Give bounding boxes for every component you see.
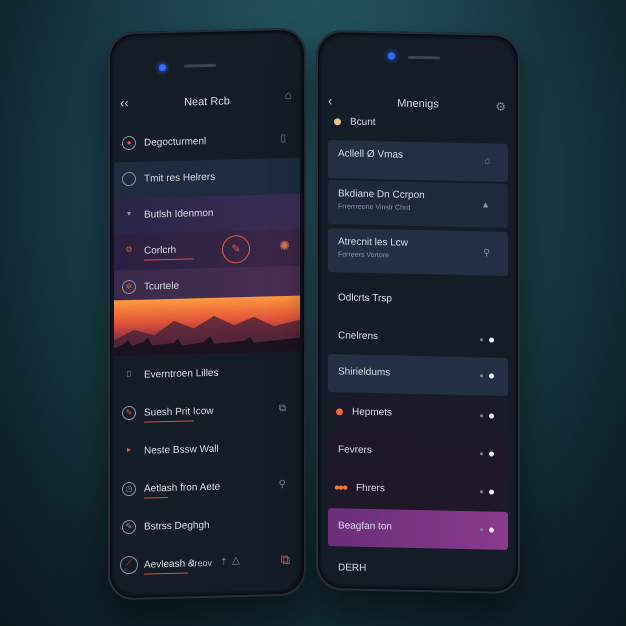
right-item-11[interactable]: DERH xyxy=(328,550,508,588)
left-item-10[interactable]: ⟋ Aevleash & Ireov ⇡ △ ⧉ xyxy=(114,544,300,585)
camera-icon xyxy=(388,52,395,60)
underline xyxy=(144,497,168,499)
dot-icon: ● xyxy=(122,135,136,151)
dot-icon xyxy=(336,408,343,416)
right-item-8[interactable]: Fevrers xyxy=(328,432,508,474)
left-item-5[interactable]: ▯ Everntroen Lilles xyxy=(114,354,300,395)
camera-icon xyxy=(159,64,166,72)
left-header: ‹‹ Neat Rcb ⌂ xyxy=(114,86,300,121)
left-item-label: Aetlash fron Aete xyxy=(144,481,221,495)
clock-icon: ◷ xyxy=(122,481,136,497)
underline xyxy=(144,258,194,261)
right-item-label: Bkdiane Dn Ccrpon xyxy=(338,188,425,202)
sunset-image xyxy=(114,295,300,357)
left-item-8[interactable]: ◷ Aetlash fron Aete ⚲ xyxy=(114,468,300,509)
left-item-label: Everntroen Lilles xyxy=(144,367,219,381)
right-item-9[interactable]: ●●● Fhrers xyxy=(328,470,508,512)
toggle-switch[interactable] xyxy=(480,487,494,495)
warning-icon[interactable]: △ xyxy=(232,555,240,566)
toggle-switch[interactable] xyxy=(480,411,494,419)
left-screen: ‹‹ Neat Rcb ⌂ ● Degocturmenl ▯ Tmit res … xyxy=(114,33,300,595)
right-item-7[interactable]: Hepmets xyxy=(328,394,508,436)
left-item-7[interactable]: ▸ Neste Bssw Wall xyxy=(114,430,300,471)
chart-icon[interactable]: ⇡ xyxy=(220,556,228,567)
left-item-1[interactable]: Tmit res Helrers xyxy=(114,157,300,199)
right-item-label: Odlcrts Trsp xyxy=(338,292,392,305)
right-item-label: DERH xyxy=(338,562,367,574)
edit-icon: ✎ xyxy=(122,519,136,535)
home-icon[interactable]: ⌂ xyxy=(485,155,490,165)
tool-icon[interactable]: ⚲ xyxy=(483,247,490,258)
lock-icon[interactable]: ⌂ xyxy=(285,88,292,102)
gear-icon: ⚙ xyxy=(125,244,133,255)
left-phone: ‹‹ Neat Rcb ⌂ ● Degocturmenl ▯ Tmit res … xyxy=(108,27,306,601)
left-title: Neat Rcb xyxy=(184,95,230,109)
right-phone: ‹ Mnenigs ⚙ Bcunt Acllell Ø Vmas ⌂ Bkdia… xyxy=(316,29,520,595)
pin-icon: ▾ xyxy=(126,208,131,219)
bookmark-icon[interactable]: ▯ xyxy=(280,133,286,144)
left-item-label: Bstrss Deghgh xyxy=(144,519,210,533)
right-item-label: Atrecnit les Lcw xyxy=(338,236,409,249)
dot-icon xyxy=(334,118,341,126)
left-item-2[interactable]: ▾ Butlsh Idenmon xyxy=(114,193,300,235)
right-item-label: Fevrers xyxy=(338,444,372,457)
toggle-switch[interactable] xyxy=(480,335,494,343)
left-item-label: Tmit res Helrers xyxy=(144,171,216,185)
toggle-switch[interactable] xyxy=(480,525,494,533)
mic-icon[interactable]: ⧉ xyxy=(279,403,286,414)
pen-icon: ✎ xyxy=(122,405,136,421)
left-item-label: Suesh Prit Icow xyxy=(144,405,214,419)
right-item-label: Shirieldums xyxy=(338,366,391,379)
link-icon[interactable]: ⚲ xyxy=(279,479,286,490)
toggle-switch[interactable] xyxy=(480,371,494,379)
right-item-label: Bcunt xyxy=(350,116,376,129)
left-item-label: Butlsh Idenmon xyxy=(144,207,214,221)
left-item-0[interactable]: ● Degocturmenl ▯ xyxy=(114,122,300,163)
left-item-9[interactable]: ✎ Bstrss Deghgh xyxy=(114,506,300,547)
speaker xyxy=(408,55,440,60)
dots-icon: ●●● xyxy=(334,482,347,494)
circle-icon xyxy=(122,171,136,187)
compass-icon: ✲ xyxy=(122,279,136,295)
right-item-sub: Frrerrreone Vinstr Chrd xyxy=(338,203,411,212)
right-item-4[interactable]: Odlcrts Trsp xyxy=(328,280,508,322)
right-item-3[interactable]: Atrecnit les Lcw Ferreers Vortore ⚲ xyxy=(328,228,508,276)
wand-icon[interactable]: ✎ xyxy=(222,234,250,264)
right-item-1[interactable]: Acllell Ø Vmas ⌂ xyxy=(328,140,508,182)
right-item-label: Acllell Ø Vmas xyxy=(338,148,404,161)
right-item-2[interactable]: Bkdiane Dn Ccrpon Frrerrreone Vinstr Chr… xyxy=(328,180,508,228)
back-icon[interactable]: ‹‹ xyxy=(120,95,129,110)
right-item-10[interactable]: Beagfan ton xyxy=(328,508,508,550)
right-item-label: Beagfan ton xyxy=(338,520,392,533)
left-item-label: Degocturmenl xyxy=(144,136,207,149)
left-item-extra: Ireov xyxy=(192,557,213,569)
underline xyxy=(144,420,194,423)
right-item-sub: Ferreers Vortore xyxy=(338,251,389,260)
right-item-label: Fhrers xyxy=(356,482,385,495)
lasso-icon: ⟋ xyxy=(120,555,138,575)
right-item-6[interactable]: Shirieldums xyxy=(328,354,508,396)
sidebar-icon: ▯ xyxy=(126,368,132,379)
sun-icon[interactable]: ✺ xyxy=(279,238,290,254)
left-item-3[interactable]: ⚙ Corlcrh ✎ ✺ xyxy=(114,229,300,271)
left-item-label: Neste Bssw Wall xyxy=(144,443,219,457)
left-item-label: Aevleash & xyxy=(144,558,195,571)
underline xyxy=(144,572,188,575)
flame-icon: ▸ xyxy=(126,444,131,455)
right-item-5[interactable]: Cnelrens xyxy=(328,318,508,360)
left-item-label: Corlcrh xyxy=(144,244,177,257)
left-item-label: Tcurtele xyxy=(144,280,180,293)
right-item-label: Cnelrens xyxy=(338,330,379,343)
speaker xyxy=(184,63,216,68)
right-screen: ‹ Mnenigs ⚙ Bcunt Acllell Ø Vmas ⌂ Bkdia… xyxy=(322,35,514,589)
share-icon[interactable]: ⧉ xyxy=(281,552,290,568)
bookmark-icon[interactable]: ▲ xyxy=(481,199,490,209)
right-item-label: Hepmets xyxy=(352,406,393,419)
left-item-6[interactable]: ✎ Suesh Prit Icow ⧉ xyxy=(114,392,300,433)
toggle-switch[interactable] xyxy=(480,449,494,457)
